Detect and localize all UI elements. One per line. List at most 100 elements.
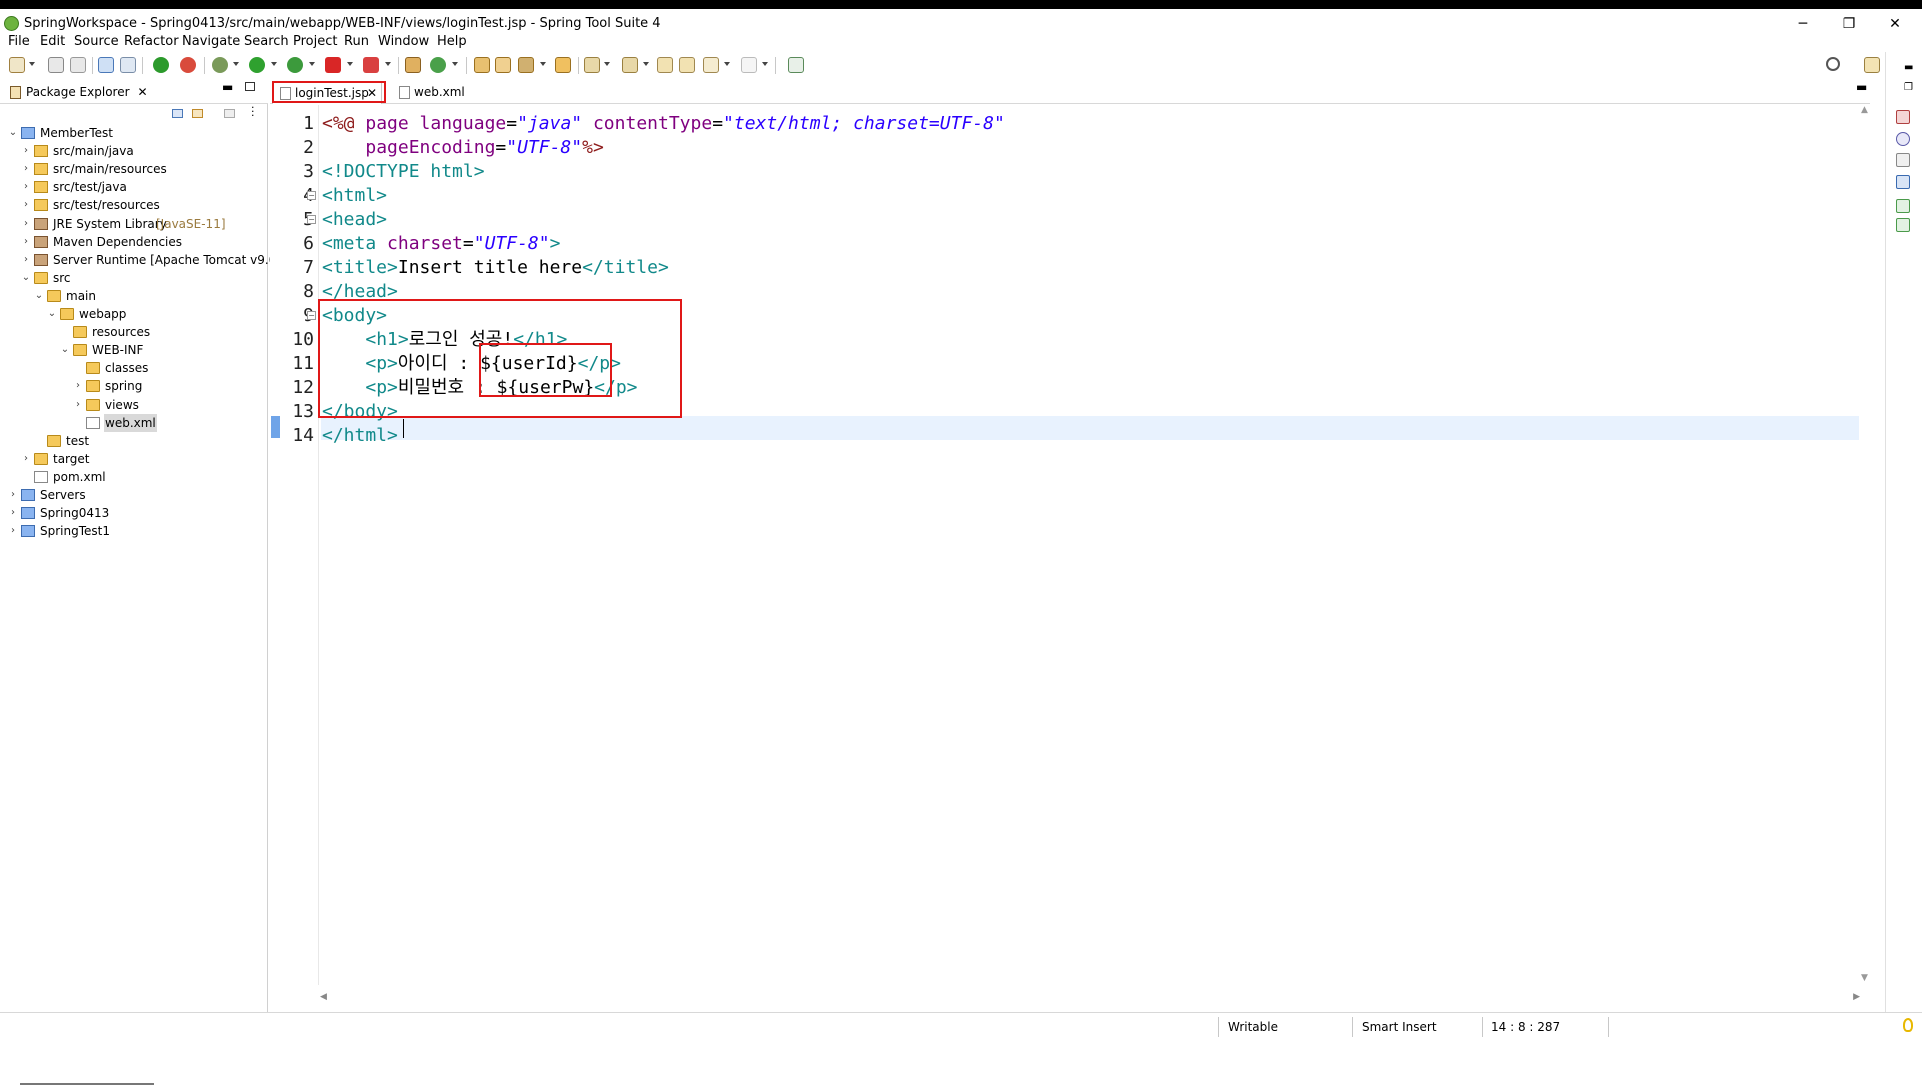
forward-dropdown-icon[interactable] [762,62,768,66]
run-dropdown-icon[interactable] [271,62,277,66]
collapsed-arrow-icon[interactable]: › [73,396,83,414]
last-edit-location-2-icon[interactable] [679,57,695,73]
run-icon[interactable] [249,57,265,73]
spring-boot-dashboard-icon[interactable] [153,57,169,73]
expanded-arrow-icon[interactable]: ⌄ [21,269,31,287]
tree-item[interactable]: test [0,432,268,450]
search-icon[interactable] [1826,57,1840,71]
collapsed-arrow-icon[interactable]: › [21,251,31,269]
collapsed-arrow-icon[interactable]: › [73,377,83,395]
previous-annotation-icon[interactable] [622,57,638,73]
code-line[interactable]: <%@ page language="java" contentType="te… [322,112,1005,136]
link-with-editor-icon[interactable] [192,109,203,118]
editor-vertical-scrollbar[interactable]: ▲ ▼ [1860,105,1870,985]
scroll-up-arrow-icon[interactable]: ▲ [1861,105,1868,115]
tree-item[interactable]: › JRE System Library [JavaSE-11] [0,215,268,233]
scroll-right-arrow-icon[interactable]: ▶ [1853,992,1860,1002]
tree-item[interactable]: ⌄ src [0,269,268,287]
tree-item[interactable]: ⌄ WEB-INF [0,341,268,359]
collapsed-arrow-icon[interactable]: › [21,178,31,196]
expanded-arrow-icon[interactable]: ⌄ [47,305,57,323]
outline-icon[interactable] [1896,110,1910,124]
spring-relaunch-icon[interactable] [180,57,196,73]
code-line[interactable]: <html> [322,184,387,208]
collapsed-arrow-icon[interactable]: › [21,142,31,160]
search-dropdown-icon[interactable] [540,62,546,66]
open-perspective-icon[interactable] [1864,57,1880,73]
editor-horizontal-scrollbar[interactable]: ◀ ▶ [320,992,1860,1004]
new-java-class-icon[interactable] [430,57,446,73]
code-line[interactable]: </html> [322,424,398,448]
new-dropdown-icon[interactable] [29,62,35,66]
tree-item[interactable]: › views [0,396,268,414]
tasks-icon[interactable] [1896,199,1910,213]
collapse-all-icon[interactable] [172,109,183,118]
forward-icon[interactable] [741,57,757,73]
collapsed-arrow-icon[interactable]: › [21,215,31,233]
menu-file[interactable]: File [8,34,30,49]
fold-toggle-icon[interactable]: − [307,215,316,224]
tree-item[interactable]: ⌄ MemberTest [0,124,268,142]
debug-dropdown-icon[interactable] [233,62,239,66]
console-icon[interactable] [98,57,114,73]
code-line[interactable]: <title>Insert title here</title> [322,256,669,280]
collapsed-arrow-icon[interactable]: › [8,522,18,540]
open-type-icon[interactable] [474,57,490,73]
tree-item[interactable]: › src/main/java [0,142,268,160]
menu-help[interactable]: Help [437,34,467,49]
previous-annotation-dropdown-icon[interactable] [643,62,649,66]
terminate-dropdown-icon[interactable] [347,62,353,66]
filters-icon[interactable] [224,109,235,118]
collapsed-arrow-icon[interactable]: › [21,233,31,251]
scroll-down-arrow-icon[interactable]: ▼ [1861,973,1868,983]
expanded-arrow-icon[interactable]: ⌄ [34,287,44,305]
tree-item[interactable]: resources [0,323,268,341]
trim-maximize-icon[interactable]: ❐ [1904,82,1913,93]
open-task-icon[interactable] [495,57,511,73]
tree-item[interactable]: ⌄ webapp [0,305,268,323]
tree-item[interactable]: › Spring0413 [0,504,268,522]
coverage-dropdown-icon[interactable] [309,62,315,66]
back-dropdown-icon[interactable] [724,62,730,66]
code-line[interactable]: pageEncoding="UTF-8"%> [322,136,603,160]
open-folder-icon[interactable] [555,57,571,73]
tree-item[interactable]: › src/test/resources [0,196,268,214]
menu-window[interactable]: Window [378,34,429,49]
declaration-icon[interactable] [1896,153,1910,167]
back-icon[interactable] [703,57,719,73]
tab-web-xml[interactable]: web.xml [392,82,472,104]
menu-navigate[interactable]: Navigate [182,34,240,49]
tree-item[interactable]: › SpringTest1 [0,522,268,540]
debug-icon[interactable] [212,57,228,73]
javadoc-icon[interactable] [1896,132,1910,146]
tree-item[interactable]: classes [0,359,268,377]
scroll-left-arrow-icon[interactable]: ◀ [320,992,327,1002]
minimize-view-icon[interactable]: ▬ [222,80,233,94]
next-annotation-dropdown-icon[interactable] [604,62,610,66]
code-line[interactable]: <meta charset="UTF-8"> [322,232,560,256]
menu-edit[interactable]: Edit [40,34,65,49]
collapsed-arrow-icon[interactable]: › [21,196,31,214]
maximize-view-icon[interactable] [245,82,255,91]
menu-run[interactable]: Run [344,34,369,49]
new-class-dropdown-icon[interactable] [452,62,458,66]
trim-restore-icon[interactable]: ▬ [1904,62,1913,73]
code-line[interactable]: <!DOCTYPE html> [322,160,485,184]
coverage-icon[interactable] [287,57,303,73]
close-tab-icon[interactable]: ✕ [137,82,147,102]
external-tools-dropdown-icon[interactable] [385,62,391,66]
terminate-icon[interactable] [325,57,341,73]
external-tools-icon[interactable] [363,57,379,73]
tree-item[interactable]: › target [0,450,268,468]
tree-item[interactable]: pom.xml [0,468,268,486]
fold-toggle-icon[interactable]: − [307,191,316,200]
tree-item[interactable]: › Server Runtime [Apache Tomcat v9.0] [0,251,281,269]
fold-toggle-icon[interactable]: − [307,311,316,320]
collapsed-arrow-icon[interactable]: › [21,160,31,178]
tree-item[interactable]: web.xml [0,413,268,432]
menu-refactor[interactable]: Refactor [124,34,179,49]
view-menu-icon[interactable]: · · · [251,102,255,121]
collapsed-arrow-icon[interactable]: › [8,486,18,504]
collapsed-arrow-icon[interactable]: › [8,504,18,522]
tree-item[interactable]: › Servers [0,486,268,504]
